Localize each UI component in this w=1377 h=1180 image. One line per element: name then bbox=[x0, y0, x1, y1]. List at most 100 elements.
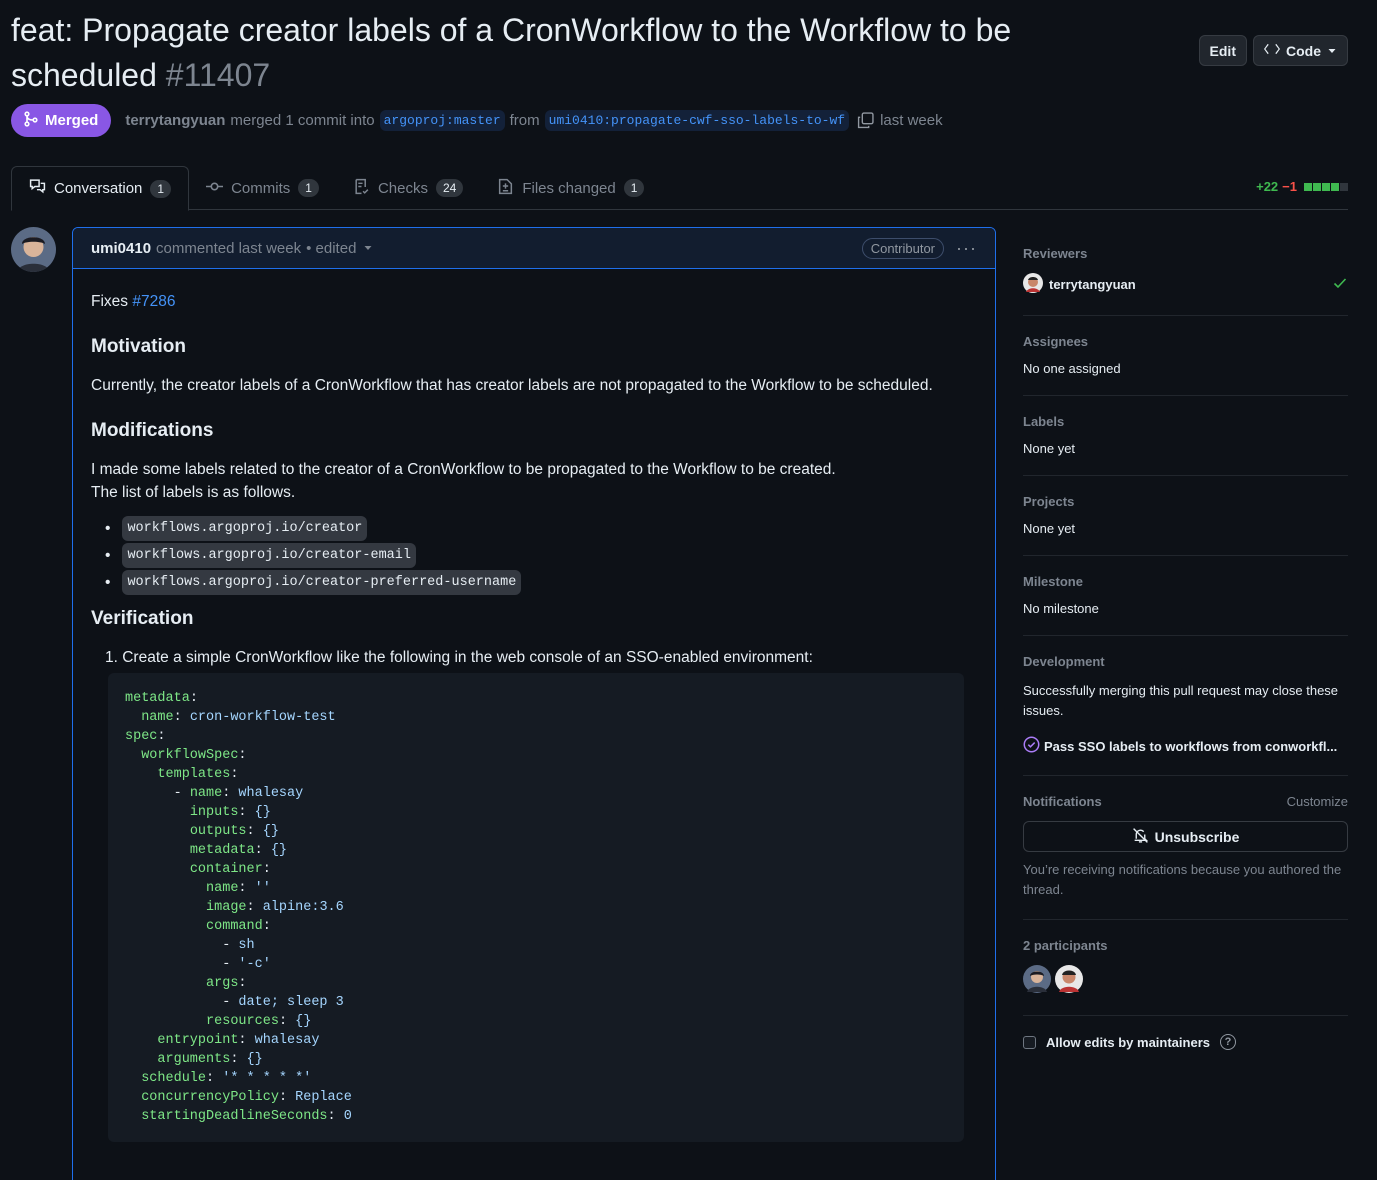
tab-label: Files changed bbox=[522, 179, 616, 197]
milestone-title[interactable]: Milestone bbox=[1023, 574, 1348, 589]
reviewer-item[interactable]: terrytangyuan bbox=[1023, 273, 1348, 296]
list-item: 1. Create a simple CronWorkflow like the… bbox=[105, 649, 813, 666]
check-icon bbox=[1332, 275, 1348, 294]
head-branch[interactable]: umi0410:propagate-cwf-sso-labels-to-wf bbox=[544, 110, 850, 131]
comment-meta: commented last week bbox=[156, 239, 302, 257]
question-icon[interactable]: ? bbox=[1220, 1034, 1236, 1050]
author-avatar[interactable] bbox=[11, 227, 56, 272]
tab-files-changed[interactable]: Files changed 1 bbox=[480, 166, 661, 210]
notifications-section: Notifications Customize Unsubscribe You’… bbox=[1023, 776, 1348, 920]
linked-issue[interactable]: Pass SSO labels to workflows from conwor… bbox=[1023, 736, 1348, 756]
list-item: workflows.argoproj.io/creator bbox=[105, 516, 977, 541]
triangle-down-icon bbox=[1327, 43, 1337, 59]
labels-title[interactable]: Labels bbox=[1023, 414, 1348, 429]
notification-reason: You’re receiving notifications because y… bbox=[1023, 862, 1342, 897]
label-code: workflows.argoproj.io/creator-preferred-… bbox=[122, 570, 522, 595]
fixes-prefix: Fixes bbox=[91, 293, 129, 310]
tab-counter: 1 bbox=[623, 179, 645, 197]
comment-header: umi0410 commented last week • edited Con… bbox=[73, 228, 995, 269]
tab-label: Commits bbox=[231, 179, 291, 197]
customize-link[interactable]: Customize bbox=[1287, 794, 1348, 809]
modifications-heading: Modifications bbox=[91, 420, 214, 441]
bell-slash-icon bbox=[1132, 827, 1149, 847]
from-text: from bbox=[509, 112, 540, 129]
merger-link[interactable]: terrytangyuan bbox=[125, 112, 225, 129]
projects-value: None yet bbox=[1023, 521, 1076, 536]
base-branch[interactable]: argoproj:master bbox=[379, 110, 505, 131]
verification-steps: 1. Create a simple CronWorkflow like the… bbox=[105, 646, 977, 669]
tab-counter: 24 bbox=[435, 179, 464, 197]
triangle-down-icon bbox=[363, 240, 373, 257]
reviewer-name: terrytangyuan bbox=[1049, 277, 1136, 292]
allow-edits-checkbox[interactable] bbox=[1023, 1035, 1036, 1049]
allow-edits-label: Allow edits by maintainers bbox=[1046, 1034, 1210, 1050]
pr-description-comment: umi0410 commented last week • edited Con… bbox=[72, 227, 996, 1180]
pr-tabs: Conversation 1 Commits 1 Checks 24 Files… bbox=[11, 166, 1348, 211]
merged-label: Merged bbox=[45, 112, 99, 129]
assignees-title[interactable]: Assignees bbox=[1023, 334, 1348, 349]
tab-label: Checks bbox=[377, 179, 428, 197]
allow-edits-row: Allow edits by maintainers ? bbox=[1023, 1016, 1348, 1050]
label-code: workflows.argoproj.io/creator bbox=[122, 516, 368, 541]
code-button[interactable]: Code bbox=[1253, 35, 1348, 66]
file-diff-icon bbox=[497, 178, 514, 199]
yaml-code-block: metadata: name: cron-workflow-test spec:… bbox=[108, 673, 964, 1142]
header-actions: Edit Code bbox=[1198, 35, 1348, 66]
milestone-value: No milestone bbox=[1023, 601, 1099, 616]
milestone-section: Milestone No milestone bbox=[1023, 556, 1348, 636]
tab-counter: 1 bbox=[298, 179, 319, 197]
assignees-section: Assignees No one assigned bbox=[1023, 316, 1348, 396]
reviewers-section: Reviewers terrytangyuan bbox=[1023, 227, 1348, 316]
edited-dropdown[interactable]: • edited bbox=[306, 240, 356, 257]
copy-icon[interactable] bbox=[857, 112, 874, 129]
linked-issue-title: Pass SSO labels to workflows from conwor… bbox=[1044, 738, 1338, 754]
participants-section: 2 participants bbox=[1023, 920, 1348, 1016]
tab-checks[interactable]: Checks 24 bbox=[336, 166, 480, 210]
diffstat: +22 −1 bbox=[1256, 179, 1348, 194]
labels-section: Labels None yet bbox=[1023, 396, 1348, 476]
pr-title: feat: Propagate creator labels of a Cron… bbox=[11, 8, 1131, 98]
reviewers-title[interactable]: Reviewers bbox=[1023, 246, 1348, 261]
avatar[interactable] bbox=[1023, 965, 1051, 996]
git-commit-icon bbox=[206, 178, 224, 199]
diffstat-blocks bbox=[1304, 182, 1348, 191]
pr-meta: Merged terrytangyuan merged 1 commit int… bbox=[11, 104, 943, 137]
issue-closed-icon bbox=[1023, 736, 1040, 756]
merged-state-badge: Merged bbox=[11, 104, 112, 137]
additions-count: +22 bbox=[1256, 179, 1279, 194]
pr-title-text: feat: Propagate creator labels of a Cron… bbox=[11, 12, 1012, 93]
verification-heading: Verification bbox=[91, 608, 194, 629]
comment-body: Fixes #7286 Motivation Currently, the cr… bbox=[73, 269, 995, 1163]
edit-button[interactable]: Edit bbox=[1198, 35, 1247, 66]
fixes-issue-link[interactable]: #7286 bbox=[132, 293, 175, 310]
checklist-icon bbox=[353, 178, 370, 199]
unsubscribe-button[interactable]: Unsubscribe bbox=[1023, 821, 1348, 852]
participants-list bbox=[1023, 965, 1348, 996]
merge-time: last week bbox=[880, 112, 943, 129]
comment-author[interactable]: umi0410 bbox=[91, 240, 151, 257]
comment-discussion-icon bbox=[29, 178, 46, 199]
merge-text: merged 1 commit into bbox=[230, 112, 375, 129]
tab-commits[interactable]: Commits 1 bbox=[189, 166, 336, 210]
unsubscribe-label: Unsubscribe bbox=[1154, 828, 1240, 845]
avatar[interactable] bbox=[1055, 965, 1083, 996]
projects-title[interactable]: Projects bbox=[1023, 494, 1348, 509]
assignees-value: No one assigned bbox=[1023, 361, 1121, 376]
label-list: workflows.argoproj.io/creator workflows.… bbox=[105, 516, 977, 595]
notifications-title: Notifications Customize bbox=[1023, 794, 1348, 809]
development-title[interactable]: Development bbox=[1023, 654, 1348, 669]
kebab-horizontal-icon[interactable]: ··· bbox=[956, 238, 977, 259]
modifications-line-2: The list of labels is as follows. bbox=[91, 484, 296, 501]
tab-conversation[interactable]: Conversation 1 bbox=[11, 166, 190, 211]
labels-value: None yet bbox=[1023, 441, 1076, 456]
modifications-line-1: I made some labels related to the creato… bbox=[91, 461, 836, 478]
list-item: workflows.argoproj.io/creator-preferred-… bbox=[105, 570, 977, 595]
git-merge-icon bbox=[23, 110, 39, 131]
deletions-count: −1 bbox=[1282, 179, 1297, 194]
pr-sidebar: Reviewers terrytangyuan Assignees No one… bbox=[1023, 227, 1348, 1050]
pr-number: #11407 bbox=[165, 57, 271, 93]
list-item: workflows.argoproj.io/creator-email bbox=[105, 543, 977, 568]
avatar bbox=[1023, 273, 1043, 296]
development-text: Successfully merging this pull request m… bbox=[1023, 683, 1339, 718]
participants-title: 2 participants bbox=[1023, 938, 1108, 953]
